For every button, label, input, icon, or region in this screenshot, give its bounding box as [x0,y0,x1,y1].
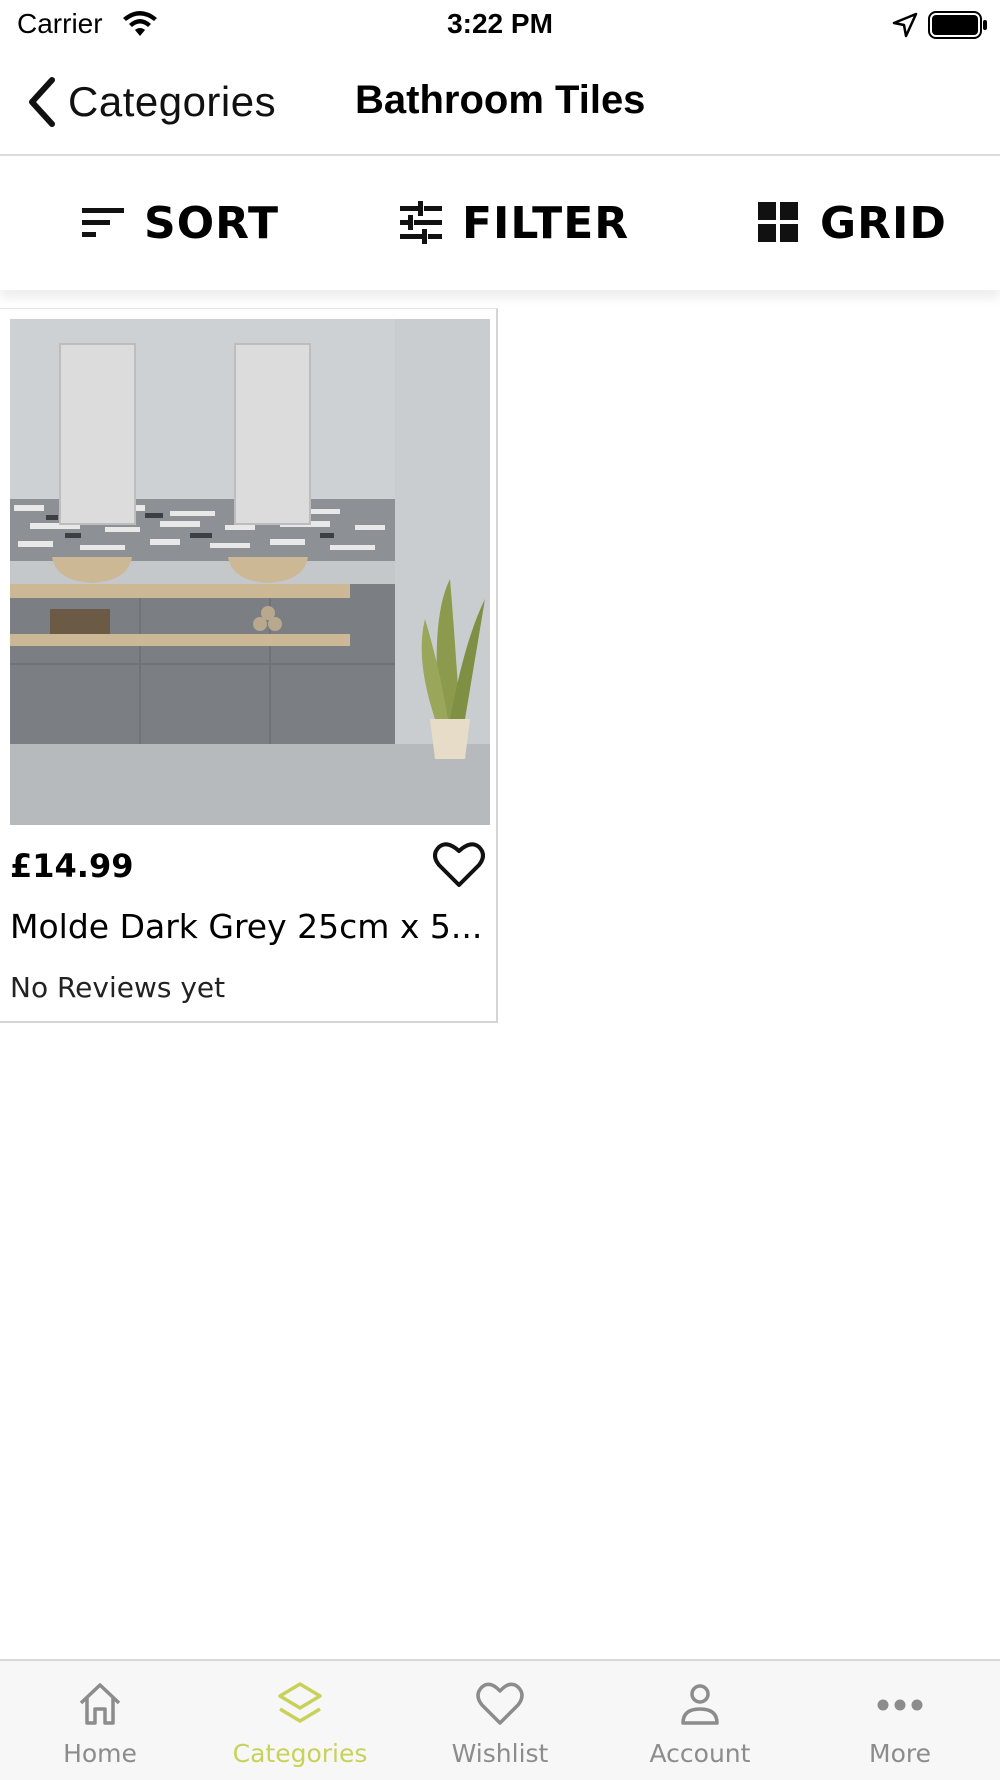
tab-categories-label: Categories [232,1739,368,1768]
tab-more-label: More [869,1739,931,1768]
filter-label: FILTER [462,197,630,249]
tab-wishlist[interactable]: Wishlist [400,1661,600,1780]
tab-home[interactable]: Home [0,1661,200,1780]
tab-account[interactable]: Account [600,1661,800,1780]
product-reviews: No Reviews yet [10,971,226,1004]
tab-more[interactable]: More [800,1661,1000,1780]
user-icon [681,1684,719,1725]
product-price: £14.99 [10,847,134,885]
heart-icon [476,1682,524,1725]
tab-home-label: Home [63,1739,137,1768]
sort-button[interactable]: SORT [80,196,279,250]
filter-button[interactable]: FILTER [398,196,629,250]
status-bar: Carrier 3:22 PM [0,0,1000,50]
home-icon [79,1683,121,1725]
product-name: Molde Dark Grey 25cm x 5... [10,907,483,946]
wishlist-heart-icon[interactable] [433,841,485,889]
navigation-bar: Categories Bathroom Tiles [0,50,1000,156]
sort-filter-toolbar: SORT FILTER GRID [0,156,1000,290]
product-image[interactable] [10,319,490,825]
chevron-left-icon [29,77,55,127]
filter-sliders-icon [400,201,442,244]
clock: 3:22 PM [447,8,553,39]
layers-icon [278,1682,322,1723]
back-label: Categories [68,78,277,125]
page-title: Bathroom Tiles [355,78,646,122]
tab-wishlist-label: Wishlist [451,1739,549,1768]
product-card[interactable]: £14.99 Molde Dark Grey 25cm x 5... No Re… [0,308,498,1023]
grid-icon [758,202,798,242]
grid-view-button[interactable]: GRID [756,196,947,250]
back-button[interactable]: Categories [26,76,276,128]
tab-account-label: Account [649,1739,751,1768]
location-arrow-icon [892,12,918,38]
sort-icon [82,208,124,237]
tab-categories[interactable]: Categories [200,1661,400,1780]
sort-label: SORT [144,197,280,249]
more-icon [877,1699,923,1711]
grid-label: GRID [820,197,947,249]
battery-icon [928,11,987,39]
tab-bar: Home Categories Wishlist Account More [0,1659,1000,1780]
